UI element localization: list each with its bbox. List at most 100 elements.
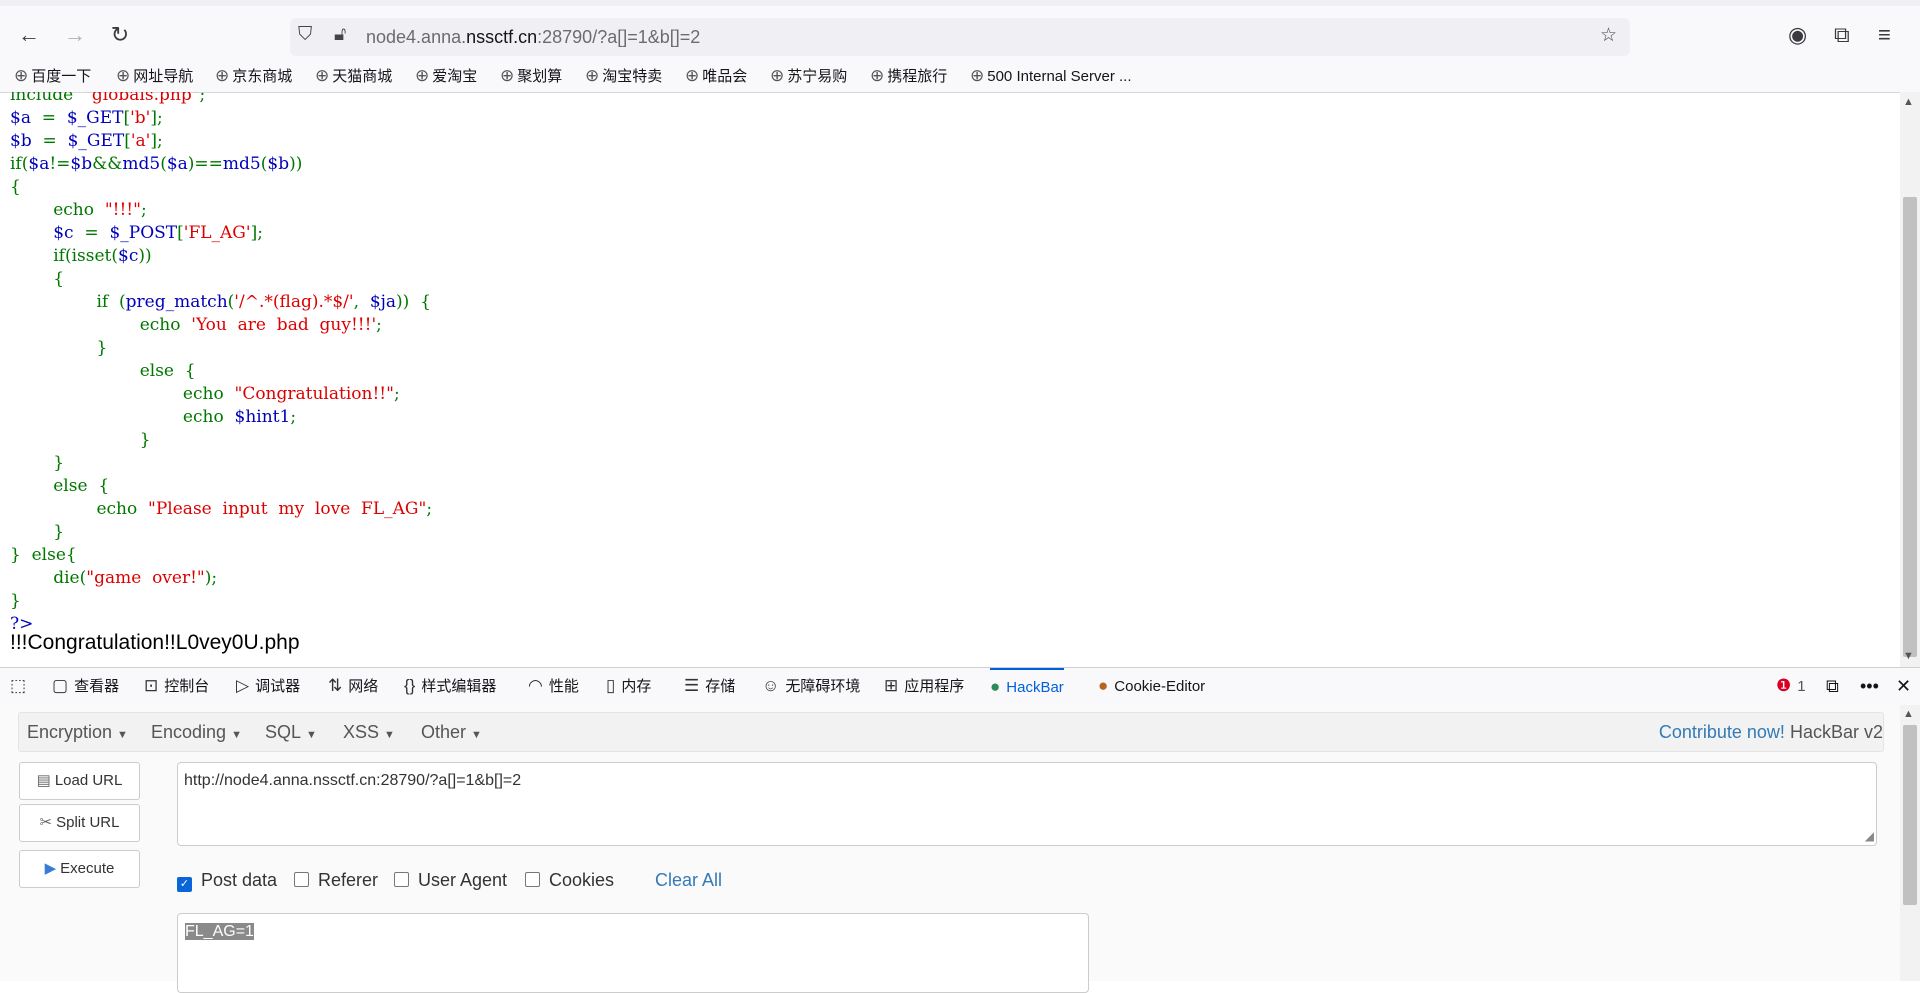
scroll-up-icon[interactable]: ▲ bbox=[1903, 708, 1914, 720]
php-source-code: include "globals.php"; $a = $_GET['b']; … bbox=[10, 92, 433, 634]
tab-inspector[interactable]: ▢ 查看器 bbox=[52, 668, 119, 705]
resize-handle-icon[interactable]: ◢ bbox=[1865, 829, 1874, 843]
hackbar-icon: ● bbox=[990, 677, 1001, 696]
url-text[interactable]: node4.anna.nssctf.cn:28790/?a[]=1&b[]=2 bbox=[366, 27, 700, 48]
forward-button[interactable]: → bbox=[60, 20, 90, 50]
menu-icon[interactable]: ≡ bbox=[1878, 22, 1891, 48]
tab-debugger[interactable]: ▷ 调试器 bbox=[236, 668, 300, 705]
console-icon: ⊡ bbox=[144, 676, 159, 695]
caret-down-icon: ▼ bbox=[231, 729, 242, 741]
braces-icon: {} bbox=[404, 676, 416, 695]
post-data-textarea[interactable]: FL_AG=1 bbox=[177, 913, 1089, 993]
page-output-text: !!!Congratulation!!L0vey0U.php bbox=[10, 631, 300, 654]
bookmark-item[interactable]: ⊕ 唯品会 bbox=[685, 62, 747, 92]
load-url-button[interactable]: ▤ Load URL bbox=[19, 762, 140, 800]
insecure-lock-icon[interactable]: 🔓︎ bbox=[334, 24, 346, 46]
scissors-icon: ✂ bbox=[39, 814, 53, 831]
back-button[interactable]: ← bbox=[14, 20, 44, 50]
globe-icon: ⊕ bbox=[116, 66, 131, 85]
error-icon: ❶ bbox=[1776, 676, 1792, 695]
scroll-up-icon[interactable]: ▲ bbox=[1903, 96, 1914, 108]
hackbar-panel: Encryption ▼ Encoding ▼ SQL ▼ XSS ▼ Other ▼ C… bbox=[0, 705, 1900, 993]
tab-network[interactable]: ⇅ 网络 bbox=[328, 668, 378, 705]
contribute-link[interactable]: Contribute now! bbox=[1659, 722, 1785, 742]
debugger-icon: ▷ bbox=[236, 676, 250, 695]
page-scrollbar[interactable]: ▲ ▼ bbox=[1900, 92, 1920, 667]
scrollbar-thumb[interactable] bbox=[1903, 197, 1917, 657]
account-icon[interactable]: ◉ bbox=[1788, 22, 1807, 48]
menu-sql[interactable]: SQL ▼ bbox=[265, 713, 317, 754]
bookmarks-bar: ⊕ 百度一下 ⊕ 网址导航 ⊕ 京东商城 ⊕ 天猫商城 ⊕ 爱淘宝 ⊕ 聚划算 ⊕ 淘宝特卖 … bbox=[0, 62, 1920, 93]
close-devtools-icon[interactable]: ✕ bbox=[1896, 668, 1911, 705]
memory-icon: ▯ bbox=[606, 676, 616, 695]
caret-down-icon: ▼ bbox=[117, 729, 128, 741]
tab-console[interactable]: ⊡ 控制台 bbox=[144, 668, 209, 705]
load-icon: ▤ bbox=[36, 772, 51, 789]
bookmark-item[interactable]: ⊕ 500 Internal Server ... bbox=[970, 62, 1132, 92]
menu-other[interactable]: Other ▼ bbox=[421, 713, 482, 754]
split-url-button[interactable]: ✂ Split URL bbox=[19, 804, 140, 842]
play-icon: ▶ bbox=[44, 860, 57, 877]
menu-encoding[interactable]: Encoding ▼ bbox=[151, 713, 242, 754]
post-data-value: FL_AG=1 bbox=[185, 923, 254, 940]
hackbar-menubar: Encryption ▼ Encoding ▼ SQL ▼ XSS ▼ Other ▼ C… bbox=[18, 712, 1884, 752]
caret-down-icon: ▼ bbox=[306, 729, 317, 741]
globe-icon: ⊕ bbox=[315, 66, 330, 85]
address-bar[interactable]: ⛉ 🔓︎ node4.anna.nssctf.cn:28790/?a[]=1&b… bbox=[290, 18, 1630, 56]
shield-icon[interactable]: ⛉ bbox=[298, 24, 312, 46]
bookmark-item[interactable]: ⊕ 网址导航 bbox=[116, 62, 193, 92]
extensions-icon[interactable]: ⧉ bbox=[1834, 22, 1850, 48]
clear-all-link[interactable]: Clear All bbox=[655, 870, 722, 891]
post-data-checkbox[interactable]: ✓ Post data bbox=[177, 870, 277, 892]
storage-icon: ☰ bbox=[684, 676, 700, 695]
bookmark-item[interactable]: ⊕ 携程旅行 bbox=[870, 62, 947, 92]
user-agent-checkbox[interactable]: User Agent bbox=[394, 870, 507, 891]
globe-icon: ⊕ bbox=[770, 66, 785, 85]
menu-encryption[interactable]: Encryption ▼ bbox=[27, 713, 128, 754]
error-indicator[interactable]: ❶1 bbox=[1776, 668, 1806, 705]
globe-icon: ⊕ bbox=[14, 66, 29, 85]
element-picker-icon[interactable]: ⬚ bbox=[10, 668, 32, 705]
browser-toolbar: ← → ↻ ⛉ 🔓︎ node4.anna.nssctf.cn:28790/?a… bbox=[0, 0, 1920, 62]
bookmark-item[interactable]: ⊕ 天猫商城 bbox=[315, 62, 392, 92]
tab-memory[interactable]: ▯ 内存 bbox=[606, 668, 651, 705]
menu-xss[interactable]: XSS ▼ bbox=[343, 713, 395, 754]
more-options-icon[interactable]: ••• bbox=[1860, 668, 1879, 705]
cookies-checkbox[interactable]: Cookies bbox=[525, 870, 614, 891]
tab-style-editor[interactable]: {} 样式编辑器 bbox=[404, 668, 496, 705]
bookmark-item[interactable]: ⊕ 京东商城 bbox=[215, 62, 292, 92]
globe-icon: ⊕ bbox=[870, 66, 885, 85]
bookmark-item[interactable]: ⊕ 聚划算 bbox=[500, 62, 562, 92]
grid-icon: ⊞ bbox=[884, 676, 899, 695]
tab-storage[interactable]: ☰ 存储 bbox=[684, 668, 735, 705]
hackbar-scrollbar[interactable]: ▲ bbox=[1900, 705, 1920, 981]
bookmark-item[interactable]: ⊕ 苏宁易购 bbox=[770, 62, 847, 92]
globe-icon: ⊕ bbox=[215, 66, 230, 85]
globe-icon: ⊕ bbox=[685, 66, 700, 85]
hackbar-version: HackBar v2 bbox=[1789, 722, 1883, 742]
tab-cookie-editor[interactable]: ● Cookie-Editor bbox=[1098, 668, 1205, 705]
bookmark-item[interactable]: ⊕ 爱淘宝 bbox=[415, 62, 477, 92]
reload-button[interactable]: ↻ bbox=[105, 20, 135, 50]
referer-checkbox[interactable]: Referer bbox=[294, 870, 378, 891]
globe-icon: ⊕ bbox=[415, 66, 430, 85]
tab-accessibility[interactable]: ☺ 无障碍环境 bbox=[762, 668, 860, 705]
tab-hackbar[interactable]: ● HackBar bbox=[990, 668, 1064, 707]
inspector-icon: ▢ bbox=[52, 676, 69, 695]
page-content: include "globals.php"; $a = $_GET['b']; … bbox=[0, 92, 1900, 667]
tab-application[interactable]: ⊞ 应用程序 bbox=[884, 668, 964, 705]
scroll-down-icon[interactable]: ▼ bbox=[1903, 650, 1914, 662]
caret-down-icon: ▼ bbox=[471, 729, 482, 741]
bookmark-item[interactable]: ⊕ 淘宝特卖 bbox=[585, 62, 662, 92]
accessibility-icon: ☺ bbox=[762, 676, 780, 695]
dock-icon[interactable]: ⧉ bbox=[1826, 668, 1839, 705]
scrollbar-thumb[interactable] bbox=[1903, 725, 1917, 905]
url-textarea[interactable]: http://node4.anna.nssctf.cn:28790/?a[]=1… bbox=[177, 762, 1877, 846]
gauge-icon: ◠ bbox=[528, 676, 543, 695]
bookmark-star-icon[interactable]: ☆ bbox=[1600, 24, 1617, 47]
network-icon: ⇅ bbox=[328, 676, 343, 695]
execute-button[interactable]: ▶ Execute bbox=[19, 850, 140, 888]
bookmark-item[interactable]: ⊕ 百度一下 bbox=[14, 62, 91, 92]
devtools-tabs: ⬚ ▢ 查看器 ⊡ 控制台 ▷ 调试器 ⇅ 网络 {} 样式编辑器 ◠ 性能 ▯ 内存 ☰ 存储… bbox=[0, 667, 1920, 706]
tab-performance[interactable]: ◠ 性能 bbox=[528, 668, 579, 705]
